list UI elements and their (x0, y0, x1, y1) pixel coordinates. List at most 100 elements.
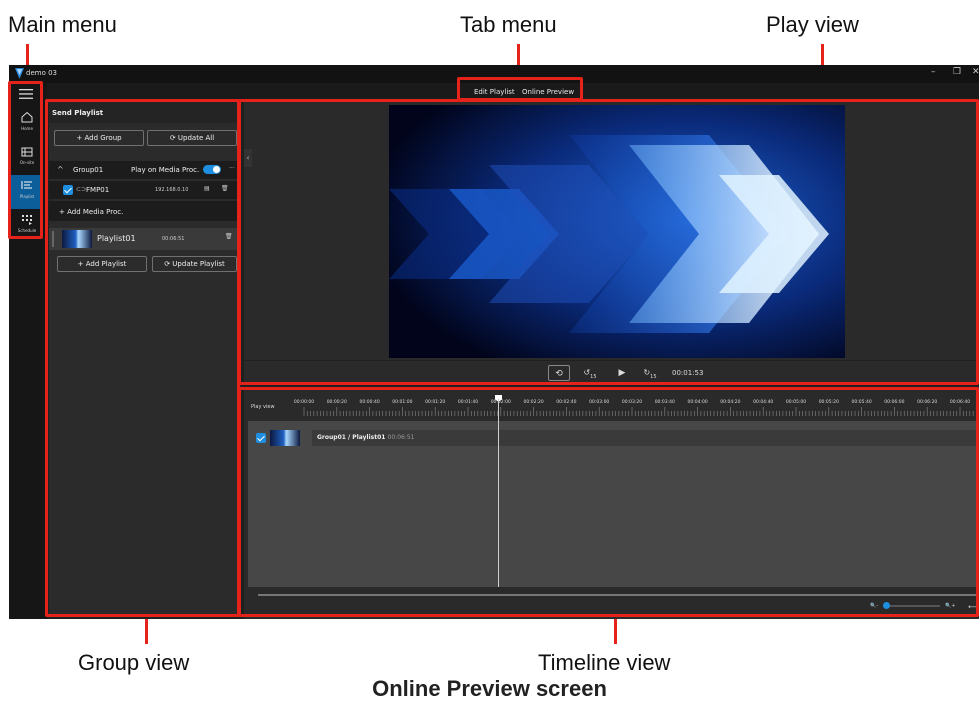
edit-icon[interactable]: ▤ (204, 185, 210, 192)
play-view: ‹ (244, 101, 979, 360)
tick-label: 00:06:00 (884, 400, 905, 405)
play-on-media-proc-label: Play on Media Proc. (131, 166, 200, 174)
timeline-view: Play view 00:00:00 00:00:20 00:00:40 00:01:… (244, 389, 979, 619)
drag-handle[interactable] (52, 231, 54, 247)
rewind-label: 15 (590, 373, 597, 380)
tick-label: 00:03:20 (621, 400, 643, 405)
tick-label: 00:00:40 (359, 400, 380, 405)
add-media-proc-link[interactable]: + Add Media Proc. (59, 208, 123, 216)
current-time: 00:01:53 (672, 369, 704, 377)
clip-label: Group01 / Playlist01 00:06:51 (317, 434, 414, 441)
tick-label: 00:00:00 (293, 400, 315, 405)
fit-timeline-icon[interactable]: ⟷ (968, 603, 978, 611)
home-icon (21, 111, 33, 123)
loop-button[interactable]: ⟲ (548, 365, 570, 381)
group-name: Group01 (73, 166, 104, 174)
menu-label-schedule: Schedule (17, 228, 37, 233)
tick-label: 00:02:00 (490, 400, 511, 405)
hamburger-menu-icon[interactable] (19, 89, 33, 99)
close-button[interactable]: ✕ (972, 67, 979, 77)
playhead-line[interactable] (498, 399, 499, 587)
tick-label: 00:03:00 (589, 400, 610, 405)
callout-group-view: Group view (78, 650, 190, 675)
collapse-panel-icon[interactable]: ‹ (244, 149, 252, 167)
add-media-proc-row[interactable]: + Add Media Proc. (49, 201, 241, 221)
tick-label: 00:01:40 (457, 400, 479, 405)
clip-duration: 00:06:51 (387, 434, 415, 441)
chevron-up-icon[interactable]: ^ (57, 165, 64, 174)
track-checkbox[interactable] (256, 433, 266, 443)
callout-play-view: Play view (766, 12, 859, 37)
tab-edit-playlist[interactable]: Edit Playlist (474, 88, 515, 96)
delete-icon[interactable]: 🗑 (221, 185, 229, 192)
playlist-icon (21, 181, 32, 189)
add-playlist-button[interactable]: + Add Playlist (57, 256, 147, 272)
track-row[interactable]: Group01 / Playlist01 00:06:51 (248, 429, 979, 447)
tick-label: 00:05:20 (818, 400, 839, 405)
media-proc-name: FMP01 (86, 186, 110, 194)
more-options-icon[interactable]: ··· (229, 165, 235, 172)
tick-label: 00:05:00 (785, 400, 807, 405)
app-window: demo 03 – ❐ ✕ Edit Playlist Online Previ… (9, 65, 979, 619)
playback-controls: ⟲ ↺15 ▶ ↻15 00:01:53 (244, 361, 979, 385)
track-area: Group01 / Playlist01 00:06:51 (248, 421, 979, 587)
menu-item-playlist[interactable]: Playlist (11, 175, 43, 209)
leader-group-view (145, 616, 148, 644)
window-title: demo 03 (26, 69, 57, 77)
timeline-clip[interactable]: Group01 / Playlist01 00:06:51 (312, 430, 979, 446)
media-proc-checkbox[interactable] (63, 185, 73, 195)
zoom-in-icon[interactable]: 🔍+ (945, 603, 955, 609)
app-logo-icon (15, 68, 24, 79)
play-on-media-proc-toggle[interactable] (203, 165, 221, 174)
zoom-slider[interactable] (887, 605, 940, 607)
preview-image (389, 105, 845, 358)
callout-tab-menu: Tab menu (460, 12, 557, 37)
forward-15-button[interactable]: ↻15 (642, 365, 658, 381)
menu-item-on-site[interactable]: On-site (11, 141, 43, 175)
menu-label-home: Home (21, 126, 33, 131)
time-ruler[interactable]: 00:00:00 00:00:20 00:00:40 00:01:00 00:01:20… (293, 397, 979, 417)
delete-playlist-icon[interactable]: 🗑 (225, 233, 233, 240)
playlist-row[interactable]: Playlist01 00:06:51 🗑 (49, 228, 241, 250)
schedule-icon (22, 215, 32, 225)
forward-label: 15 (650, 373, 657, 380)
tick-label: 00:01:20 (425, 400, 446, 405)
group-row[interactable]: ^ Group01 Play on Media Proc. ··· (49, 161, 241, 179)
tick-label: 00:03:40 (654, 400, 675, 405)
minimize-button[interactable]: – (931, 67, 936, 77)
figure-caption: Online Preview screen (372, 676, 607, 701)
update-all-button[interactable]: ⟳ Update All (147, 130, 237, 146)
send-playlist-title: Send Playlist (52, 109, 104, 117)
link-icon: ⊂⊃ (76, 186, 87, 193)
play-button[interactable]: ▶ (616, 365, 628, 381)
tick-label: 00:05:40 (851, 400, 872, 405)
tick-label: 00:02:40 (556, 400, 577, 405)
tab-online-preview[interactable]: Online Preview (522, 88, 574, 96)
restore-button[interactable]: ❐ (953, 67, 961, 77)
main-menu: Home On-site Playlist Schedule (9, 83, 47, 619)
menu-item-schedule[interactable]: Schedule (11, 209, 43, 243)
playlist-name: Playlist01 (97, 234, 136, 243)
timeline-scrollbar[interactable] (258, 594, 979, 596)
update-playlist-button[interactable]: ⟳ Update Playlist (152, 256, 237, 272)
video-preview (389, 105, 845, 358)
media-proc-row[interactable]: ⊂⊃ FMP01 192.168.0.10 ▤ 🗑 (49, 181, 241, 199)
tick-label: 00:06:20 (917, 400, 938, 405)
playlist-thumbnail (62, 230, 92, 248)
rewind-15-button[interactable]: ↺15 (582, 365, 598, 381)
tick-label: 00:00:20 (326, 400, 347, 405)
tick-label: 00:02:20 (523, 400, 544, 405)
add-group-button[interactable]: + Add Group (54, 130, 144, 146)
media-proc-ip: 192.168.0.10 (155, 187, 189, 193)
tick-label: 00:04:20 (720, 400, 741, 405)
menu-label-on-site: On-site (19, 160, 35, 165)
track-thumbnail (270, 430, 300, 446)
tick-label: 00:04:00 (687, 400, 708, 405)
menu-item-home[interactable]: Home (11, 107, 43, 141)
zoom-slider-knob[interactable] (883, 602, 890, 609)
zoom-out-icon[interactable]: 🔍- (870, 603, 878, 609)
tick-label: 00:04:40 (753, 400, 774, 405)
on-site-icon (21, 147, 33, 157)
callout-main-menu: Main menu (8, 12, 117, 37)
playlist-duration: 00:06:51 (162, 236, 185, 242)
